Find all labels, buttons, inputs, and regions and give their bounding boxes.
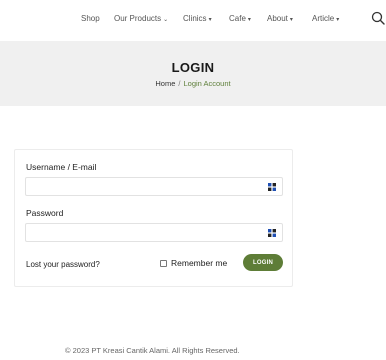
username-input[interactable] <box>26 180 282 197</box>
nav-item-label: Cafe <box>229 14 246 23</box>
top-navigation: Shop Our Products ⌄ Clinics ▾ Cafe ▾ About ▾… <box>0 0 386 41</box>
remember-me-label: Remember me <box>171 258 228 268</box>
caret-down-icon: ▾ <box>247 17 251 23</box>
footer: © 2023 PT Kreasi Cantik Alami. All Right… <box>0 340 386 360</box>
caret-down-icon: ▾ <box>336 17 340 23</box>
chevron-down-icon: ⌄ <box>163 17 169 23</box>
login-form: Username / E-mail Password Lost your pas… <box>14 149 293 287</box>
nav-item-article[interactable]: Article ▾ <box>312 14 339 23</box>
nav-item-about[interactable]: About ▾ <box>267 14 293 23</box>
search-icon <box>371 11 385 25</box>
lost-password-link[interactable]: Lost your password? <box>26 260 100 269</box>
login-button[interactable]: LOGIN <box>243 254 283 271</box>
password-input[interactable] <box>26 226 282 243</box>
breadcrumb: Home / Login Account <box>0 79 386 88</box>
password-label: Password <box>26 208 64 218</box>
page-header: LOGIN Home / Login Account <box>0 41 386 106</box>
nav-item-our-products[interactable]: Our Products ⌄ <box>114 14 168 23</box>
caret-down-icon: ▾ <box>208 17 212 23</box>
username-field-wrapper <box>25 177 283 197</box>
page-title: LOGIN <box>171 60 215 75</box>
password-manager-icon[interactable] <box>268 229 276 237</box>
username-label: Username / E-mail <box>26 162 97 172</box>
nav-item-label: Clinics <box>183 14 207 23</box>
password-field-wrapper <box>25 223 283 243</box>
remember-me[interactable]: Remember me <box>160 258 227 268</box>
nav-item-label: About <box>267 14 288 23</box>
nav-item-label: Shop <box>81 14 100 23</box>
nav-item-cafe[interactable]: Cafe ▾ <box>229 14 251 23</box>
remember-me-checkbox[interactable] <box>160 259 167 267</box>
password-manager-icon[interactable] <box>268 183 276 191</box>
caret-down-icon: ▾ <box>289 17 293 23</box>
nav-item-label: Our Products <box>114 14 162 23</box>
breadcrumb-separator: / <box>178 79 181 88</box>
search-button[interactable] <box>370 10 386 26</box>
nav-item-clinics[interactable]: Clinics ▾ <box>183 14 212 23</box>
breadcrumb-home-link[interactable]: Home <box>155 79 175 88</box>
breadcrumb-current: Login Account <box>183 79 231 88</box>
nav-item-label: Article <box>312 14 335 23</box>
copyright-text: © 2023 PT Kreasi Cantik Alami. All Right… <box>65 346 240 355</box>
nav-item-shop[interactable]: Shop <box>81 14 100 23</box>
